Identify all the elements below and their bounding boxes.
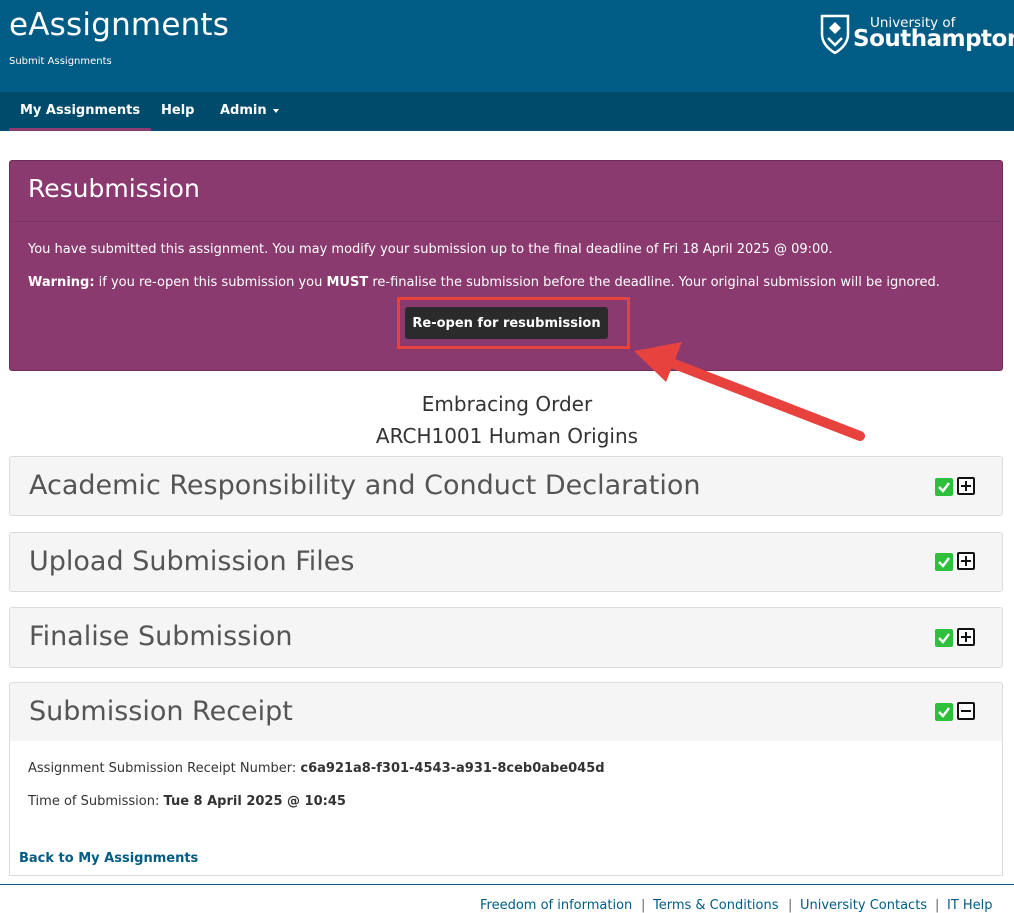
shield-icon <box>820 14 850 54</box>
footer-link-foi[interactable]: Freedom of information <box>480 898 632 913</box>
section-receipt-title: Submission Receipt <box>29 696 293 727</box>
section-upload-files[interactable]: Upload Submission Files <box>9 532 1003 592</box>
resubmission-warning: Warning: if you re-open this submission … <box>28 275 940 290</box>
section-declaration-title: Academic Responsibility and Conduct Decl… <box>29 470 701 501</box>
receipt-body: Assignment Submission Receipt Number: c6… <box>9 741 1003 876</box>
nav-help[interactable]: Help <box>161 92 194 131</box>
footer-link-contacts[interactable]: University Contacts <box>800 898 927 913</box>
section-finalise[interactable]: Finalise Submission <box>9 607 1003 668</box>
check-icon <box>935 553 953 571</box>
plus-square-icon[interactable] <box>957 477 975 495</box>
warning-text-pre: if you re-open this submission you <box>94 275 327 290</box>
footer-separator: | <box>788 898 793 913</box>
footer-separator: | <box>935 898 940 913</box>
caret-down-icon <box>272 108 279 113</box>
warning-text-post: re-finalise the submission before the de… <box>368 275 940 290</box>
nav-admin-dropdown[interactable]: Admin <box>220 92 279 131</box>
receipt-number-line: Assignment Submission Receipt Number: c6… <box>28 761 605 776</box>
nav-help-label: Help <box>161 103 195 118</box>
section-finalise-title: Finalise Submission <box>29 621 293 652</box>
section-declaration[interactable]: Academic Responsibility and Conduct Decl… <box>9 456 1003 516</box>
plus-square-icon[interactable] <box>957 552 975 570</box>
check-icon <box>935 629 953 647</box>
section-receipt[interactable]: Submission Receipt <box>9 682 1003 742</box>
back-to-assignments-link[interactable]: Back to My Assignments <box>19 851 198 866</box>
nav-my-assignments[interactable]: My Assignments <box>9 92 152 131</box>
footer-separator: | <box>641 898 646 913</box>
submission-time-value: Tue 8 April 2025 @ 10:45 <box>163 794 346 809</box>
receipt-number-label: Assignment Submission Receipt Number: <box>28 761 301 776</box>
site-header: eAssignments Submit Assignments Universi… <box>0 0 1014 92</box>
main-nav: My Assignments Help Admin <box>0 92 1014 131</box>
assignment-title: Embracing Order <box>421 392 593 416</box>
footer-link-it-help[interactable]: IT Help <box>947 898 993 913</box>
plus-square-icon[interactable] <box>957 628 975 646</box>
logo-line-2: Southampton <box>853 26 1014 52</box>
check-icon <box>935 478 953 496</box>
reopen-resubmission-button[interactable]: Re-open for resubmission <box>405 307 608 339</box>
submission-time-label: Time of Submission: <box>28 794 164 809</box>
footer-link-terms[interactable]: Terms & Conditions <box>653 898 779 913</box>
resubmission-title: Resubmission <box>28 174 200 203</box>
footer-divider <box>0 884 1014 885</box>
check-icon <box>935 703 953 721</box>
resubmission-divider <box>10 221 1002 222</box>
nav-my-assignments-label: My Assignments <box>20 103 141 118</box>
nav-admin-label: Admin <box>220 103 267 118</box>
receipt-number-value: c6a921a8-f301-4543-a931-8ceb0abe045d <box>300 761 605 776</box>
submission-time-line: Time of Submission: Tue 8 April 2025 @ 1… <box>28 794 346 809</box>
warning-must: MUST <box>326 275 369 290</box>
app-subtitle: Submit Assignments <box>9 56 112 67</box>
warning-label: Warning: <box>28 275 95 290</box>
app-title: eAssignments <box>9 7 230 43</box>
assignment-module: ARCH1001 Human Origins <box>375 424 639 448</box>
minus-square-icon[interactable] <box>957 702 975 720</box>
resubmission-info: You have submitted this assignment. You … <box>28 242 833 257</box>
university-logo[interactable]: University of Southampton <box>820 12 1014 58</box>
section-upload-title: Upload Submission Files <box>29 546 355 577</box>
